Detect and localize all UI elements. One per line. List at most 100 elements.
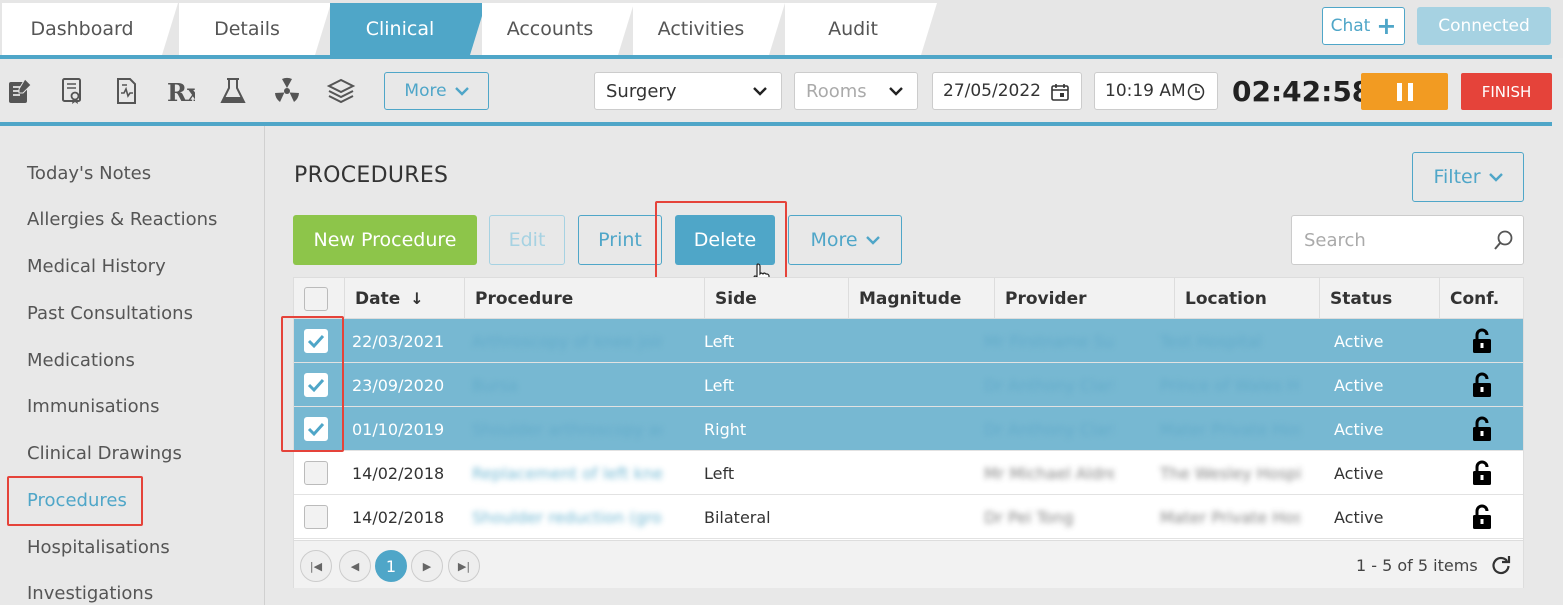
cell-magnitude bbox=[848, 451, 994, 495]
search-icon[interactable] bbox=[1493, 229, 1515, 251]
time-field[interactable]: 10:19 AM bbox=[1094, 72, 1218, 110]
pause-button[interactable] bbox=[1361, 73, 1448, 110]
tab-audit[interactable]: Audit bbox=[785, 3, 937, 55]
unlock-icon[interactable] bbox=[1471, 460, 1493, 486]
certificate-icon[interactable] bbox=[57, 75, 87, 107]
cell-provider: Dr Pei Tong bbox=[984, 507, 1074, 527]
prev-page-icon[interactable]: ◀ bbox=[339, 550, 371, 582]
cell-procedure[interactable]: Shoulder reduction (ground... bbox=[462, 495, 662, 539]
annotation-highlight-delete bbox=[655, 201, 787, 283]
cell-procedure[interactable]: Shoulder arthroscopy and repair... bbox=[462, 407, 662, 451]
unlock-icon[interactable] bbox=[1471, 416, 1493, 442]
filter-button[interactable]: Filter bbox=[1412, 152, 1524, 202]
prescription-icon[interactable]: Rx bbox=[165, 75, 195, 107]
more-tools-button[interactable]: More bbox=[384, 72, 489, 110]
report-icon[interactable] bbox=[111, 75, 141, 107]
radiology-icon[interactable] bbox=[272, 75, 302, 107]
sidebar-item-immunisations[interactable]: Immunisations bbox=[27, 396, 159, 417]
more-actions-button[interactable]: More bbox=[788, 215, 902, 265]
chevron-down-icon bbox=[865, 236, 880, 245]
unlock-icon[interactable] bbox=[1471, 328, 1493, 354]
location-select[interactable]: Surgery bbox=[594, 72, 782, 110]
cell-side: Bilateral bbox=[704, 507, 771, 527]
cell-status: Active bbox=[1334, 419, 1384, 439]
tab-label: Details bbox=[214, 18, 280, 40]
select-all-checkbox[interactable] bbox=[304, 287, 328, 311]
tab-accounts[interactable]: Accounts bbox=[482, 3, 634, 55]
cell-magnitude bbox=[848, 407, 994, 451]
plus-icon: + bbox=[1376, 12, 1397, 40]
tab-clinical[interactable]: Clinical bbox=[330, 3, 486, 55]
table-row[interactable]: 23/09/2020 Bursa Left Dr Anthony Clark P… bbox=[294, 363, 1523, 407]
edit-button[interactable]: Edit bbox=[489, 215, 565, 265]
sidebar-item-investigations[interactable]: Investigations bbox=[27, 583, 153, 604]
cell-provider: Dr Anthony Clark bbox=[984, 419, 1114, 439]
sidebar-item-past-consultations[interactable]: Past Consultations bbox=[27, 303, 193, 324]
unlock-icon[interactable] bbox=[1471, 372, 1493, 398]
col-conf[interactable]: Conf. bbox=[1439, 278, 1523, 319]
cell-location: Mater Private Hospit... bbox=[1160, 419, 1300, 439]
pause-icon-bar bbox=[1407, 82, 1413, 101]
col-procedure[interactable]: Procedure bbox=[464, 278, 704, 319]
consult-timer: 02:42:58 bbox=[1232, 75, 1372, 108]
cell-status: Active bbox=[1334, 463, 1384, 483]
table-row[interactable]: 14/02/2018 Shoulder reduction (ground...… bbox=[294, 495, 1523, 539]
tab-dashboard[interactable]: Dashboard bbox=[2, 3, 178, 55]
table-row[interactable]: 14/02/2018 Replacement of left knee jo..… bbox=[294, 451, 1523, 495]
clock-icon[interactable] bbox=[1187, 83, 1205, 101]
chevron-down-icon bbox=[889, 87, 903, 96]
cell-provider: Dr Anthony Clark bbox=[984, 375, 1114, 395]
search-input[interactable]: Search bbox=[1291, 215, 1524, 265]
new-procedure-button[interactable]: New Procedure bbox=[293, 215, 477, 265]
row-checkbox[interactable] bbox=[304, 505, 328, 529]
sidebar-item-clinical-drawings[interactable]: Clinical Drawings bbox=[27, 443, 182, 464]
tab-label: Dashboard bbox=[30, 18, 134, 40]
col-provider[interactable]: Provider bbox=[994, 278, 1174, 319]
education-icon[interactable] bbox=[326, 75, 356, 107]
unlock-icon[interactable] bbox=[1471, 504, 1493, 530]
table-row[interactable]: 01/10/2019 Shoulder arthroscopy and repa… bbox=[294, 407, 1523, 451]
refresh-icon[interactable] bbox=[1490, 554, 1512, 576]
chevron-down-icon bbox=[1488, 173, 1503, 182]
rooms-select[interactable]: Rooms bbox=[794, 72, 918, 110]
tab-label: Clinical bbox=[365, 18, 435, 40]
cell-date: 14/02/2018 bbox=[352, 463, 445, 483]
tab-activities[interactable]: Activities bbox=[633, 3, 785, 55]
filter-label: Filter bbox=[1433, 166, 1481, 188]
top-tab-bar: Dashboard Details Clinical Accounts Acti… bbox=[0, 0, 1563, 58]
cell-procedure[interactable]: Bursa bbox=[462, 363, 662, 407]
notes-icon[interactable] bbox=[5, 75, 35, 107]
cell-magnitude bbox=[848, 319, 994, 363]
cell-procedure[interactable]: Arthroscopy of knee joint bbox=[462, 319, 662, 363]
tab-details[interactable]: Details bbox=[179, 3, 331, 55]
last-page-icon[interactable]: ▶| bbox=[448, 550, 480, 582]
sidebar-item-hospitalisations[interactable]: Hospitalisations bbox=[27, 537, 170, 558]
date-field[interactable]: 27/05/2022 bbox=[932, 72, 1082, 110]
chat-button[interactable]: Chat + bbox=[1322, 7, 1405, 45]
cell-status: Active bbox=[1334, 375, 1384, 395]
finish-button[interactable]: FINISH bbox=[1461, 73, 1552, 110]
col-date[interactable]: Date ↓ bbox=[344, 278, 464, 319]
connected-status[interactable]: Connected bbox=[1417, 7, 1551, 45]
print-button[interactable]: Print bbox=[578, 215, 662, 265]
row-checkbox[interactable] bbox=[304, 461, 328, 485]
page-button-current[interactable]: 1 bbox=[375, 550, 407, 582]
lab-flask-icon[interactable] bbox=[218, 75, 248, 107]
calendar-icon[interactable] bbox=[1051, 83, 1069, 101]
first-page-icon[interactable]: |◀ bbox=[300, 550, 332, 582]
col-magnitude[interactable]: Magnitude bbox=[848, 278, 994, 319]
sidebar-item-allergies[interactable]: Allergies & Reactions bbox=[27, 209, 217, 230]
col-side[interactable]: Side bbox=[704, 278, 848, 319]
col-status[interactable]: Status bbox=[1319, 278, 1439, 319]
col-location[interactable]: Location bbox=[1174, 278, 1319, 319]
cell-side: Left bbox=[704, 463, 735, 483]
sidebar-item-todays-notes[interactable]: Today's Notes bbox=[27, 163, 151, 184]
cell-date: 23/09/2020 bbox=[352, 375, 445, 395]
tab-label: Accounts bbox=[506, 18, 594, 40]
sidebar-item-medical-history[interactable]: Medical History bbox=[27, 256, 166, 277]
table-row[interactable]: 22/03/2021 Arthroscopy of knee joint Lef… bbox=[294, 319, 1523, 363]
next-page-icon[interactable]: ▶ bbox=[411, 550, 443, 582]
cell-procedure[interactable]: Replacement of left knee jo... bbox=[462, 451, 662, 495]
cell-provider: Mr Michael Aldred bbox=[984, 463, 1114, 483]
sidebar-item-medications[interactable]: Medications bbox=[27, 350, 135, 371]
